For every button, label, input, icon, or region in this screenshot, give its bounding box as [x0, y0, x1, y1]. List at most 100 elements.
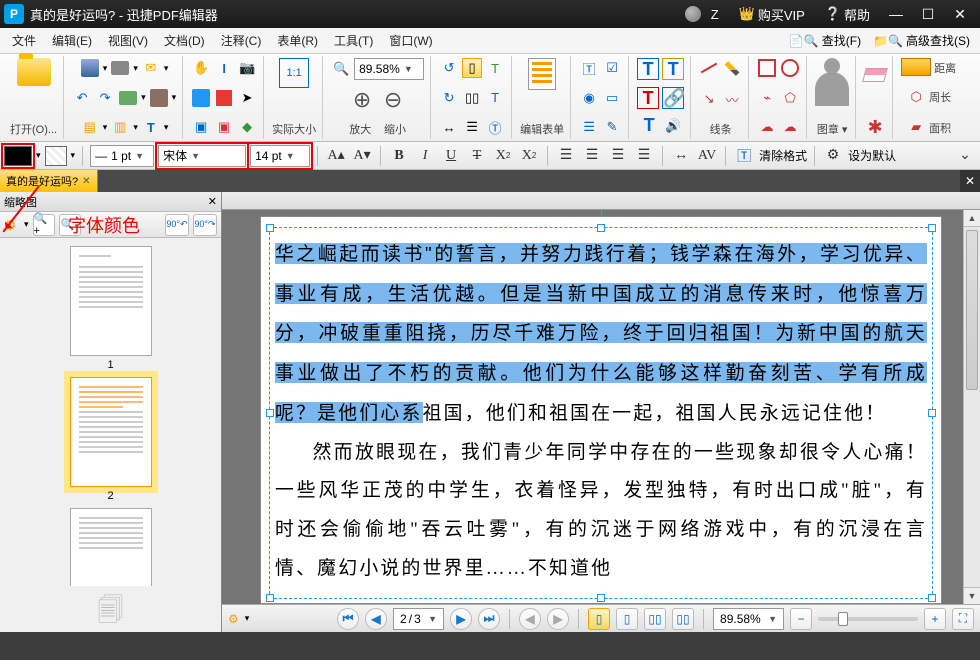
- thumb-rotate-right[interactable]: 90°↷: [193, 214, 217, 236]
- menu-comment[interactable]: 注释(C): [213, 29, 270, 52]
- ae-icon[interactable]: ▣: [214, 117, 234, 137]
- thumb-3[interactable]: 3: [24, 508, 197, 586]
- globe-icon[interactable]: [685, 6, 701, 22]
- tab-close-icon[interactable]: ✕: [82, 176, 90, 187]
- rev-icon[interactable]: ◆: [237, 117, 257, 137]
- fit-button[interactable]: ⛶: [952, 608, 974, 630]
- last-page-button[interactable]: ⏭: [478, 608, 500, 630]
- find-button[interactable]: 📄🔍查找(F): [783, 32, 867, 49]
- text-blue-icon[interactable]: T: [637, 58, 659, 80]
- button-icon[interactable]: ▭: [602, 88, 622, 108]
- text-mark-icon[interactable]: T: [485, 58, 505, 78]
- page-indicator[interactable]: 2 / 3 ▼: [393, 608, 444, 630]
- page-icon[interactable]: ▤: [80, 117, 100, 137]
- checkbox-icon[interactable]: ☑: [602, 58, 622, 78]
- ai-icon[interactable]: ▣: [191, 117, 211, 137]
- status-gear-icon[interactable]: ⚙: [228, 612, 239, 626]
- thumb-rotate-left[interactable]: 90°↶: [165, 214, 189, 236]
- menu-file[interactable]: 文件: [4, 29, 44, 52]
- align-left-button[interactable]: ☰: [555, 145, 577, 167]
- help-button[interactable]: ❔ 帮助: [815, 5, 880, 24]
- scan-icon[interactable]: [118, 88, 138, 108]
- single-page-icon[interactable]: ▯: [462, 58, 482, 78]
- thumb-2[interactable]: 2: [24, 377, 197, 502]
- select-icon[interactable]: I: [214, 58, 234, 78]
- radio-icon[interactable]: ◉: [579, 88, 599, 108]
- polyline-icon[interactable]: ⌁: [757, 88, 777, 108]
- columns-icon[interactable]: ▥: [110, 117, 130, 137]
- t3-icon[interactable]: Ⓣ: [485, 117, 505, 137]
- hand-icon[interactable]: ✋: [191, 58, 211, 78]
- circle-icon[interactable]: [780, 58, 800, 78]
- pencil-icon[interactable]: [722, 58, 742, 78]
- first-page-button[interactable]: ⏮: [337, 608, 359, 630]
- hscale-button[interactable]: ↔: [670, 145, 692, 167]
- font-size-combo[interactable]: 14 pt▼: [250, 145, 310, 167]
- prev-page-button[interactable]: ◀: [365, 608, 387, 630]
- buy-vip-button[interactable]: 👑 购买VIP: [729, 5, 815, 24]
- superscript-button[interactable]: X2: [518, 145, 540, 167]
- panel-close-icon[interactable]: ✕: [208, 195, 217, 208]
- adv-find-button[interactable]: 📁🔍高级查找(S): [867, 32, 976, 49]
- menu-form[interactable]: 表单(R): [269, 29, 326, 52]
- align-right-button[interactable]: ☰: [607, 145, 629, 167]
- menu-window[interactable]: 窗口(W): [381, 29, 440, 52]
- align-center-button[interactable]: ☰: [581, 145, 603, 167]
- edit-form-icon[interactable]: [528, 58, 556, 90]
- perimeter-icon[interactable]: ⬡: [906, 87, 926, 107]
- minimize-button[interactable]: ―: [880, 0, 912, 28]
- menu-tool[interactable]: 工具(T): [326, 29, 381, 52]
- align-justify-button[interactable]: ☰: [633, 145, 655, 167]
- cloud-icon[interactable]: ☁: [757, 117, 777, 137]
- line-icon[interactable]: [699, 58, 719, 78]
- font-combo[interactable]: 宋体▼: [158, 145, 246, 167]
- grow-font-button[interactable]: A▴: [325, 145, 347, 167]
- thumb-1[interactable]: 1: [24, 246, 197, 371]
- erase-line-icon[interactable]: 〰: [722, 89, 742, 109]
- eraser-icon[interactable]: [862, 68, 888, 82]
- back-button[interactable]: ◀: [519, 608, 541, 630]
- set-default-icon[interactable]: ⚙: [822, 145, 844, 167]
- zoom-out-icon[interactable]: ⊖: [379, 86, 407, 114]
- zoom-slider[interactable]: [818, 617, 918, 621]
- line-width-combo[interactable]: ― 1 pt▼: [90, 145, 154, 167]
- paragraph-2[interactable]: 然而放眼现在，我们青少年同学中存在的一些现象却很令人心痛！一些风华正茂的中学生，…: [275, 434, 927, 589]
- gear-icon[interactable]: ⚙: [4, 217, 20, 233]
- vertical-scrollbar[interactable]: ▲▼: [963, 210, 980, 604]
- zoom-combo[interactable]: 89.58%▼: [354, 58, 424, 80]
- actual-size-icon[interactable]: 1:1: [279, 58, 309, 88]
- format-chevron[interactable]: ⌄: [954, 145, 976, 167]
- zoom-page-icon[interactable]: 🔍: [331, 59, 351, 79]
- menu-document[interactable]: 文档(D): [156, 29, 213, 52]
- polygon-icon[interactable]: ⬠: [780, 88, 800, 108]
- two-cont-view-button[interactable]: ▯▯: [672, 608, 694, 630]
- rect-icon[interactable]: [757, 58, 777, 78]
- zoom-indicator[interactable]: 89.58% ▼: [713, 608, 784, 630]
- t2-icon[interactable]: T: [485, 88, 505, 108]
- folder-icon[interactable]: [17, 58, 51, 86]
- spacing-button[interactable]: AV: [696, 145, 718, 167]
- textfield-icon[interactable]: 🅃: [579, 58, 599, 78]
- menu-edit[interactable]: 编辑(E): [44, 29, 100, 52]
- close-button[interactable]: ✕: [944, 0, 976, 28]
- arrow-icon[interactable]: ↘: [699, 89, 719, 109]
- shrink-font-button[interactable]: A▾: [351, 145, 373, 167]
- page[interactable]: 华之崛起而读书"的誓言，并努力践行着；钱学森在海外，学习优异、事业有成，生活优越…: [260, 216, 942, 604]
- underline-button[interactable]: U: [440, 145, 462, 167]
- text-box-icon[interactable]: T: [662, 58, 684, 80]
- paragraph-1[interactable]: 华之崛起而读书"的誓言，并努力践行着；钱学森在海外，学习优异、事业有成，生活优越…: [275, 235, 927, 434]
- list-icon[interactable]: ☰: [579, 117, 599, 137]
- set-default-label[interactable]: 设为默认: [848, 147, 896, 164]
- clear-format-icon[interactable]: 🅃: [733, 145, 755, 167]
- cloud2-icon[interactable]: ☁: [780, 117, 800, 137]
- text-plain-icon[interactable]: T: [638, 115, 660, 137]
- distance-icon[interactable]: [901, 58, 931, 76]
- star-icon[interactable]: ✱: [865, 117, 885, 137]
- strike-button[interactable]: T: [466, 145, 488, 167]
- t-icon[interactable]: T: [141, 117, 161, 137]
- italic-button[interactable]: I: [414, 145, 436, 167]
- next-page-button[interactable]: ▶: [450, 608, 472, 630]
- sig-icon[interactable]: ✎: [602, 117, 622, 137]
- edit-icon[interactable]: [214, 88, 234, 108]
- mail-icon[interactable]: ✉: [141, 58, 161, 78]
